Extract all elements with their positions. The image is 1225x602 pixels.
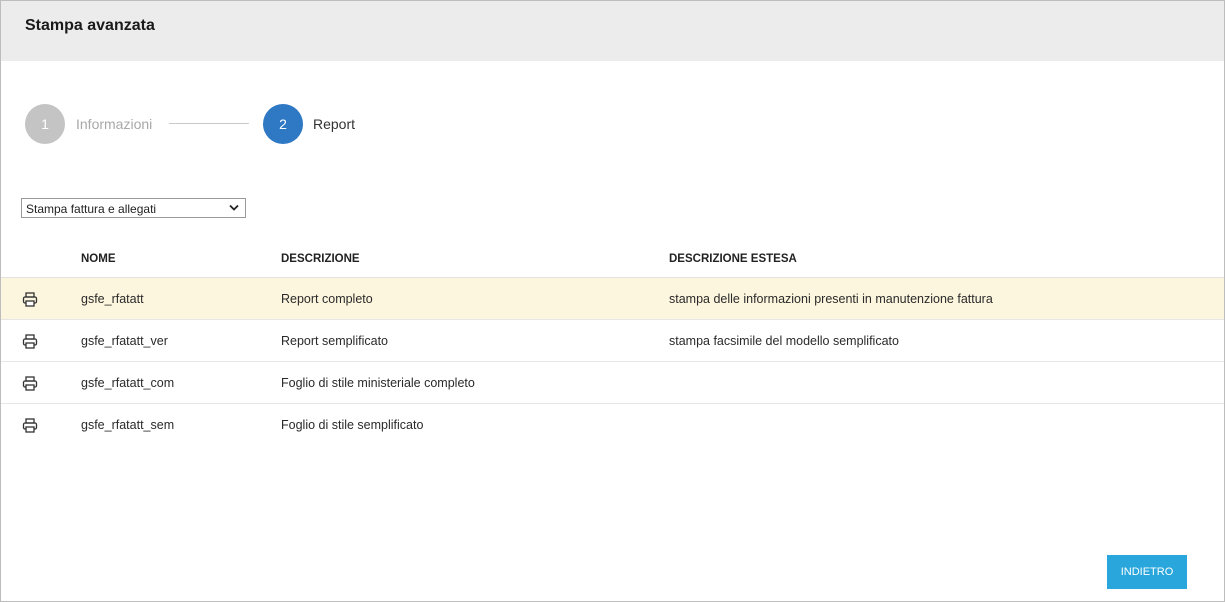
row-description: Report semplificato: [281, 334, 388, 348]
advanced-print-dialog: Stampa avanzata 1 Informazioni 2 Report …: [0, 0, 1225, 602]
column-header-extended-description[interactable]: DESCRIZIONE ESTESA: [669, 253, 797, 265]
row-name: gsfe_rfatatt_com: [81, 376, 175, 390]
report-type-select[interactable]: Stampa fattura e allegati: [21, 198, 246, 218]
row-description: Foglio di stile ministeriale completo: [281, 376, 475, 390]
printer-icon[interactable]: [22, 376, 38, 391]
row-name: gsfe_rfatatt: [81, 292, 144, 306]
row-extended-description: stampa delle informazioni presenti in ma…: [669, 292, 993, 306]
column-header-description[interactable]: DESCRIZIONE: [281, 253, 360, 265]
table-header: NOME DESCRIZIONE DESCRIZIONE ESTESA: [1, 239, 1224, 278]
dialog-title: Stampa avanzata: [25, 17, 155, 34]
table-row[interactable]: gsfe_rfatatt Report completo stampa dell…: [1, 278, 1224, 320]
printer-icon[interactable]: [22, 334, 38, 349]
row-name: gsfe_rfatatt_sem: [81, 418, 175, 432]
table-row[interactable]: gsfe_rfatatt_ver Report semplificato sta…: [1, 320, 1224, 362]
wizard-stepper: 1 Informazioni 2 Report: [25, 104, 425, 144]
step-connector: [169, 123, 249, 124]
step-2-label: Report: [313, 116, 356, 132]
step-1-circle[interactable]: 1: [25, 104, 65, 144]
row-description: Report completo: [281, 292, 373, 306]
table-row[interactable]: gsfe_rfatatt_sem Foglio di stile semplif…: [1, 404, 1224, 446]
row-description: Foglio di stile semplificato: [281, 418, 424, 432]
step-1-label: Informazioni: [76, 116, 153, 132]
printer-icon[interactable]: [22, 418, 38, 433]
back-button[interactable]: INDIETRO: [1107, 555, 1187, 589]
report-type-value: Stampa fattura e allegati: [26, 202, 157, 216]
row-extended-description: stampa facsimile del modello semplificat…: [669, 334, 899, 348]
row-name: gsfe_rfatatt_ver: [81, 334, 168, 348]
dialog-header: Stampa avanzata: [1, 1, 1224, 61]
step-2-circle[interactable]: 2: [263, 104, 303, 144]
column-header-name[interactable]: NOME: [81, 253, 116, 265]
table-row[interactable]: gsfe_rfatatt_com Foglio di stile ministe…: [1, 362, 1224, 404]
reports-table: NOME DESCRIZIONE DESCRIZIONE ESTESA gsfe…: [1, 239, 1224, 446]
printer-icon[interactable]: [22, 292, 38, 307]
chevron-down-icon: [229, 204, 239, 211]
